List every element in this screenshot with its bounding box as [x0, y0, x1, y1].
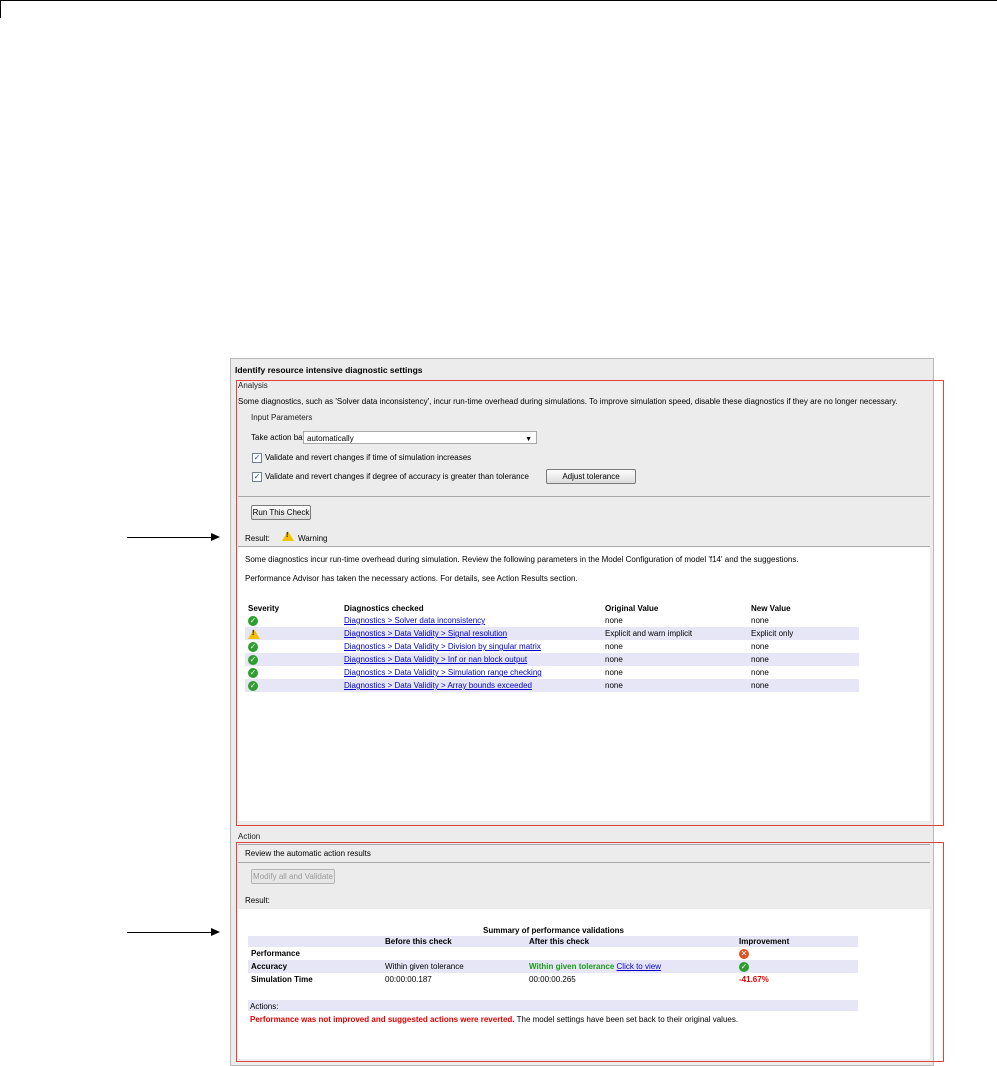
- arrow-head-icon: [211, 928, 220, 936]
- page-left-rule: [0, 0, 1, 18]
- arrow-head-icon: [211, 533, 220, 541]
- check-title: Identify resource intensive diagnostic s…: [235, 365, 423, 375]
- arrow-line: [127, 537, 212, 538]
- page-top-rule: [0, 0, 997, 1]
- action-label: Action: [238, 832, 261, 841]
- arrow-line: [127, 932, 212, 933]
- analysis-highlight-box: [236, 380, 944, 826]
- action-highlight-box: [236, 842, 944, 1062]
